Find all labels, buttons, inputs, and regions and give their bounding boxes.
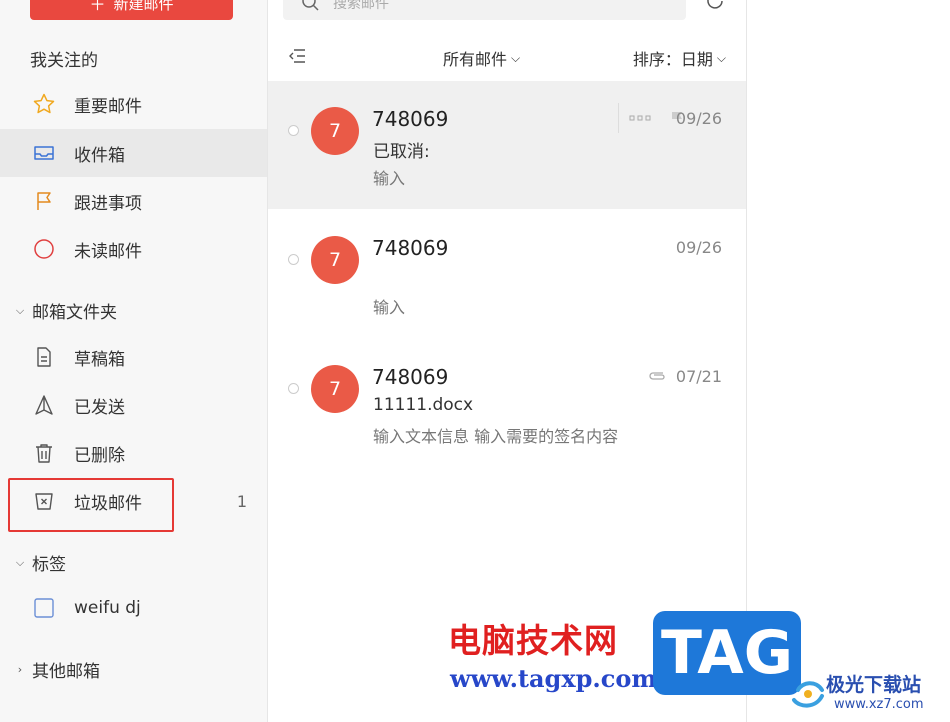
avatar: 7 xyxy=(311,365,359,413)
tags-title-label: 标签 xyxy=(32,555,66,575)
search-placeholder: 搜索邮件 xyxy=(333,0,389,12)
sidebar-item-unread[interactable]: 未读邮件 xyxy=(0,225,267,273)
sidebar-item-label: 收件箱 xyxy=(74,145,125,166)
chevron-down-icon: ⌵ xyxy=(15,303,25,317)
draft-icon xyxy=(30,343,58,371)
mail-preview: 输入文本信息 输入需要的签名内容 xyxy=(373,427,619,446)
watermark-site-logo: 极光下载站 www.xz7.com xyxy=(790,668,940,718)
sidebar-item-followup[interactable]: 跟进事项 xyxy=(0,177,267,225)
mail-item[interactable]: 7 748069 已取消: 输入 09/26 xyxy=(268,81,746,209)
sidebar-item-label: weifu dj xyxy=(74,598,141,618)
new-mail-button[interactable]: ＋ 新建邮件 xyxy=(30,0,233,20)
other-mailbox-section-title[interactable]: › 其他邮箱 xyxy=(14,657,100,682)
circle-icon xyxy=(30,235,58,263)
highlight-box xyxy=(8,478,174,532)
mail-subject: 已取消: xyxy=(373,142,430,162)
sidebar-item-label: 跟进事项 xyxy=(74,193,142,214)
watermark-cn-text: 电脑技术网 xyxy=(448,621,618,660)
chevron-down-icon: ⌵ xyxy=(716,50,726,65)
sidebar-item-label: 未读邮件 xyxy=(74,241,142,262)
select-radio[interactable] xyxy=(288,254,299,265)
collapse-menu-icon[interactable] xyxy=(288,46,308,66)
select-radio[interactable] xyxy=(288,383,299,394)
watermark-url-text: www.tagxp.com xyxy=(450,664,657,693)
tag-checkbox-icon xyxy=(30,594,58,622)
watermark-tag-logo: TAG xyxy=(653,611,801,695)
sidebar-item-label: 已发送 xyxy=(74,397,125,418)
mail-sender: 748069 xyxy=(372,107,449,131)
folders-title-label: 邮箱文件夹 xyxy=(32,303,117,323)
mail-date: 07/21 xyxy=(675,367,722,386)
mail-date: 09/26 xyxy=(675,109,722,128)
plus-icon: ＋ xyxy=(89,0,106,14)
mail-item[interactable]: 7 748069 11111.docx 输入文本信息 输入需要的签名内容 07/… xyxy=(268,339,746,467)
sidebar-item-label: 已删除 xyxy=(74,445,125,466)
mail-sender: 748069 xyxy=(372,365,449,389)
attachment-icon xyxy=(649,372,665,380)
flag-icon xyxy=(30,187,58,215)
mail-sender: 748069 xyxy=(372,236,449,260)
star-icon xyxy=(30,90,58,118)
mail-preview: 输入 xyxy=(373,169,406,188)
list-toolbar: 所有邮件 ⌵ 排序：日期 ⌵ xyxy=(268,38,746,76)
mail-subject: 11111.docx xyxy=(373,395,474,415)
chevron-down-icon: ⌵ xyxy=(511,50,521,65)
avatar: 7 xyxy=(311,107,359,155)
filter-label: 所有邮件 xyxy=(443,50,508,69)
sidebar-item-inbox[interactable]: 收件箱 xyxy=(0,129,267,177)
search-icon xyxy=(302,0,319,11)
divider xyxy=(618,103,619,133)
sidebar-item-drafts[interactable]: 草稿箱 xyxy=(0,333,267,381)
trash-icon xyxy=(30,439,58,467)
other-title-label: 其他邮箱 xyxy=(32,662,100,682)
select-radio[interactable] xyxy=(288,125,299,136)
spam-count-badge: 1 xyxy=(236,491,247,511)
sort-dropdown[interactable]: 排序：日期 ⌵ xyxy=(633,46,726,70)
sidebar-item-label: 重要邮件 xyxy=(74,96,142,117)
new-mail-label: 新建邮件 xyxy=(113,0,174,13)
tags-section-title[interactable]: ⌵ 标签 xyxy=(14,550,66,575)
filter-dropdown[interactable]: 所有邮件 ⌵ xyxy=(443,46,520,70)
avatar: 7 xyxy=(311,236,359,284)
sidebar-item-sent[interactable]: 已发送 xyxy=(0,381,267,429)
inbox-icon xyxy=(30,139,58,167)
sidebar: ＋ 新建邮件 我关注的 重要邮件 收件箱 跟进事项 未读邮件 ⌵ 邮箱文件夹 草… xyxy=(0,0,268,722)
mail-item[interactable]: 7 748069 输入 09/26 xyxy=(268,210,746,338)
search-input[interactable]: 搜索邮件 xyxy=(283,0,686,20)
chevron-right-icon: › xyxy=(17,663,23,676)
folders-section-title[interactable]: ⌵ 邮箱文件夹 xyxy=(14,298,117,323)
swirl-logo-icon xyxy=(792,681,824,708)
sent-icon xyxy=(30,391,58,419)
more-icon[interactable] xyxy=(629,114,651,122)
sidebar-item-label: 草稿箱 xyxy=(74,349,125,370)
mail-preview: 输入 xyxy=(373,298,406,317)
followed-section-title: 我关注的 xyxy=(30,51,98,71)
sidebar-item-tag[interactable]: weifu dj xyxy=(0,584,267,632)
refresh-icon[interactable] xyxy=(704,0,726,12)
sort-label: 排序：日期 xyxy=(632,50,713,69)
chevron-down-icon: ⌵ xyxy=(15,555,25,569)
mail-date: 09/26 xyxy=(675,238,722,257)
watermark-logo-url: www.xz7.com xyxy=(834,697,924,712)
sidebar-item-deleted[interactable]: 已删除 xyxy=(0,429,267,477)
sidebar-item-important[interactable]: 重要邮件 xyxy=(0,80,267,128)
watermark-logo-text: 极光下载站 xyxy=(826,674,922,696)
